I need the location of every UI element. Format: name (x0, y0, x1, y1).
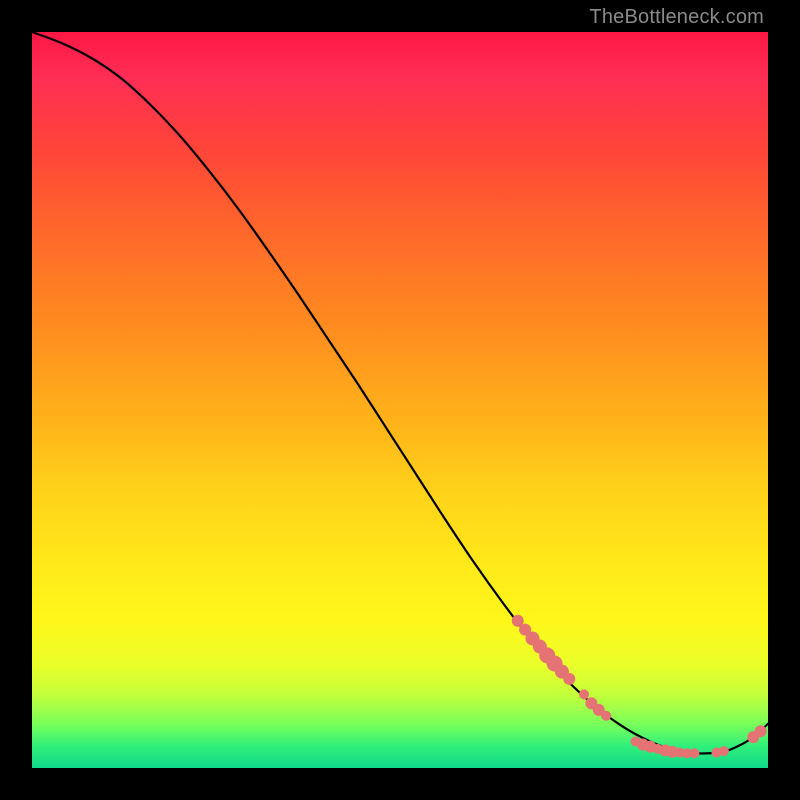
highlight-dot (755, 725, 767, 737)
highlight-dot (563, 673, 575, 685)
highlight-dot (601, 711, 611, 721)
chart-stage: TheBottleneck.com (0, 0, 800, 800)
chart-overlay (32, 32, 768, 768)
watermark-label: TheBottleneck.com (589, 6, 764, 29)
bottleneck-curve (32, 32, 768, 753)
highlight-dot (719, 746, 729, 756)
highlight-dot (689, 748, 699, 758)
highlight-dot (579, 689, 589, 699)
